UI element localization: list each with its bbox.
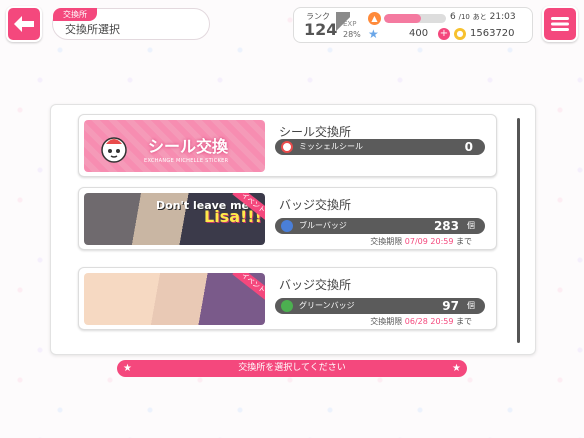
breadcrumb-section: 交換所	[53, 8, 97, 21]
exp-label: EXP	[343, 20, 357, 28]
item-name: ミッシェルシール	[299, 142, 363, 151]
item-name: グリーンバッジ	[299, 301, 355, 310]
exp-percent: 28%	[343, 30, 361, 39]
hamburger-icon	[551, 17, 569, 31]
arrow-left-icon	[14, 16, 34, 32]
stamina-bar	[384, 14, 446, 23]
stamina-row: ▲ 6 /10 あと 21:03	[368, 12, 532, 25]
stamina-max: /10	[458, 13, 470, 21]
coins-value: 1563720	[470, 28, 515, 39]
item-unit: 個	[467, 221, 475, 230]
exchange-card-sticker[interactable]: シール交換 EXCHANGE MICHELLE STICKER シール交換所 ミ…	[78, 114, 497, 177]
flame-icon: ▲	[368, 12, 381, 25]
add-stars-button[interactable]: +	[438, 28, 450, 40]
event-ribbon: イベント	[232, 273, 265, 302]
deadline-suffix: まで	[456, 317, 472, 326]
michelle-sticker-icon	[281, 141, 293, 153]
sticker-banner-title: シール交換	[148, 137, 229, 156]
stamina-fill	[384, 14, 422, 23]
stamina-timer-label: あと	[472, 13, 487, 21]
star-icon: ★	[452, 363, 461, 374]
green-badge-icon	[281, 300, 293, 312]
card-title: シール交換所	[279, 125, 352, 139]
item-count: 283	[433, 219, 459, 233]
card-title: バッジ交換所	[279, 198, 352, 212]
item-name: ブルーバッジ	[299, 221, 347, 230]
page-title: 交換所選択	[65, 23, 120, 36]
item-count: 97	[442, 299, 459, 313]
exchange-deadline: 交換期限 06/28 20:59 まで	[370, 316, 472, 327]
back-button[interactable]	[6, 6, 42, 42]
player-status-panel: ランク 124 EXP 28% ▲ 6 /10 あと 21:03 ★ 400 +…	[293, 7, 533, 43]
item-unit: 個	[467, 301, 475, 310]
select-prompt-text: 交換所を選択してください	[238, 363, 346, 373]
rank-value: 124	[304, 20, 338, 39]
coin-icon: ●	[454, 28, 466, 40]
menu-button[interactable]	[542, 6, 578, 42]
exchange-deadline: 交換期限 07/09 20:59 まで	[370, 236, 472, 247]
stamina-timer: 21:03	[489, 12, 516, 22]
item-row: ブルーバッジ 283 個	[275, 218, 485, 234]
scrollbar[interactable]	[517, 118, 520, 343]
stars-value: 400	[409, 28, 429, 39]
deadline-label: 交換期限	[370, 237, 403, 246]
item-row: グリーンバッジ 97 個	[275, 298, 485, 314]
blue-badge-icon	[281, 220, 293, 232]
card-title: バッジ交換所	[279, 278, 352, 292]
deadline-date: 07/09 20:59	[404, 237, 454, 246]
sticker-banner-subtitle: EXCHANGE MICHELLE STICKER	[144, 158, 229, 164]
sticker-banner: シール交換 EXCHANGE MICHELLE STICKER	[84, 120, 265, 172]
exchange-card-blue-badge[interactable]: Don't leave me Lisa!!! イベント バッジ交換所 ブルーバッ…	[78, 187, 497, 250]
deadline-date: 06/28 20:59	[404, 317, 454, 326]
breadcrumb: 交換所 交換所選択	[52, 8, 210, 40]
deadline-suffix: まで	[456, 237, 472, 246]
item-count: 0	[464, 140, 473, 154]
star-gem-icon: ★	[368, 27, 379, 41]
lisa-event-banner: Don't leave me Lisa!!! イベント	[84, 193, 265, 245]
exchange-card-green-badge[interactable]: イベント バッジ交換所 グリーンバッジ 97 個 交換期限 06/28 20:5…	[78, 267, 497, 330]
michelle-mascot-icon	[101, 137, 127, 163]
select-prompt-bar: ★ 交換所を選択してください ★	[117, 360, 467, 377]
item-row: ミッシェルシール 0	[275, 139, 485, 155]
deadline-label: 交換期限	[370, 317, 403, 326]
stamina-text: 6 /10 あと 21:03	[450, 12, 516, 22]
green-event-banner: イベント	[84, 273, 265, 325]
stamina-current: 6	[450, 12, 456, 22]
